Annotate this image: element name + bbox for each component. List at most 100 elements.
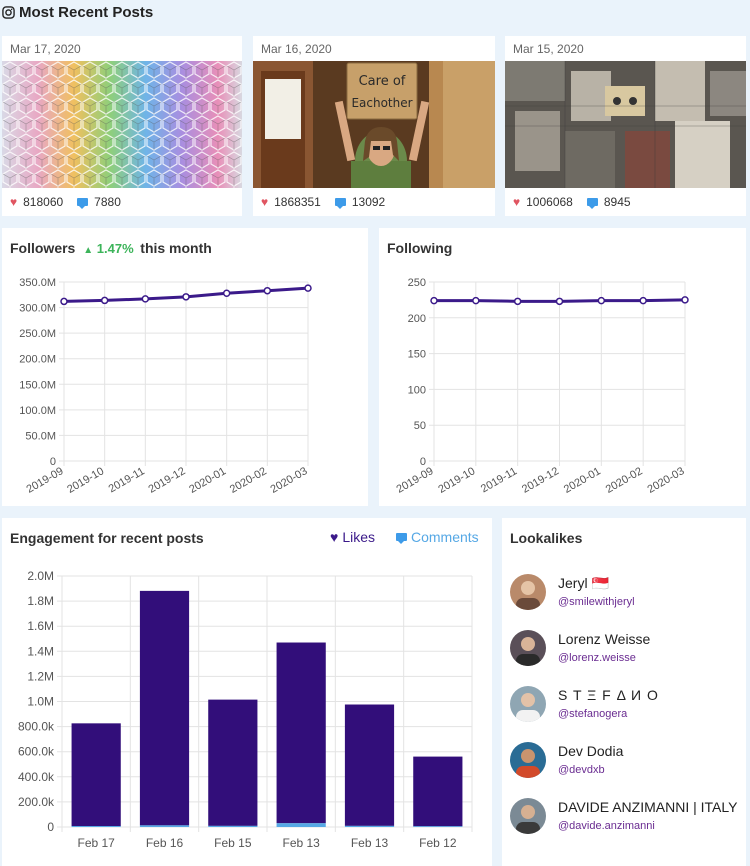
likes-stat: ♥ 1006068 [513,195,573,209]
followers-card: Followers ▲ 1.47% this month 350.0M 300.0… [2,228,368,506]
legend-comments[interactable]: Comments [396,529,479,545]
post-image-rooftops[interactable] [505,61,746,188]
y-tick-label: 0 [50,456,56,468]
data-point [513,297,522,306]
data-point [639,296,647,305]
avatar[interactable] [510,574,546,610]
heart-icon: ♥ [513,195,521,209]
x-tick-label: Feb 13 [282,836,320,850]
lookalike-name[interactable]: Jeryl 🇸🇬 [558,574,635,592]
lookalike-name[interactable]: DAVIDE ANZIMANNI | ITALY [558,798,737,816]
legend-likes[interactable]: ♥ Likes [330,529,375,545]
followers-title: Followers [10,240,76,256]
lookalike-handle[interactable]: @davide.anzimanni [558,818,737,834]
following-title: Following [387,240,453,256]
comments-stat: 8945 [586,195,631,209]
avatar[interactable] [510,686,546,722]
data-point [597,296,606,305]
lookalikes-title: Lookalikes [510,530,583,546]
avatar[interactable] [510,630,546,666]
x-tick-label: 2020-01 [562,465,603,496]
legend-likes-label: Likes [342,529,375,545]
lookalike-name[interactable]: Dev Dodia [558,742,623,760]
post-card[interactable]: Mar 17, 2020 ♥ 818060 7880 [2,36,242,216]
lookalike-handle[interactable]: @devdxb [558,762,623,778]
heart-icon: ♥ [261,195,269,209]
x-tick-label: 2020-03 [646,465,687,496]
post-date: Mar 17, 2020 [10,42,81,56]
lookalike-handle[interactable]: @stefanogera [558,706,659,722]
likes-bar [208,699,258,826]
data-point [430,296,438,305]
y-tick-label: 250 [408,277,426,289]
comments-count: 8945 [603,195,631,209]
following-chart: 250 200 150 100 50 02019-09 2019-10 2019-11 2019… [395,277,689,496]
comments-bar [276,823,326,827]
lookalike-name[interactable]: S T Ξ F Δ И O [558,686,659,704]
engagement-card: Engagement for recent posts ♥ Likes Comm… [2,518,492,866]
likes-bar [344,704,395,826]
y-tick-label: 1.8M [27,594,54,608]
y-tick-label: 300.0M [19,303,56,315]
data-point [182,293,190,301]
comments-bar [71,826,121,827]
followers-chart: 350.0M 300.0M 250.0M 200.0M 150.0M 100.0M 50.0… [19,277,312,496]
section-title: Most Recent Posts [19,3,154,21]
x-tick-label: Feb 17 [77,836,115,850]
comments-stat: 13092 [334,195,386,209]
lookalike-name[interactable]: Lorenz Weisse [558,630,650,648]
x-tick-label: 2019-11 [107,465,147,495]
growth-value: 1.47% [96,241,134,256]
likes-count: 1868351 [274,195,321,209]
x-tick-label: 2019-09 [25,465,66,496]
likes-stat: ♥ 1868351 [261,195,321,209]
heart-icon: ♥ [330,529,339,545]
post-date: Mar 15, 2020 [513,42,584,56]
data-point [681,296,689,304]
data-point [263,286,272,295]
y-tick-label: 1.2M [27,669,54,683]
avatar[interactable] [510,742,546,778]
lookalike-item[interactable]: Dev Dodia @devdxb [510,742,623,778]
likes-count: 1006068 [526,195,573,209]
y-tick-label: 250.0M [19,328,56,340]
x-tick-label: 2020-02 [604,465,645,496]
lookalike-handle[interactable]: @smilewithjeryl [558,594,635,610]
lookalike-handle[interactable]: @lorenz.weisse [558,650,650,666]
y-tick-label: 1.0M [27,695,54,709]
y-tick-label: 200.0k [18,795,55,809]
x-tick-label: 2019-12 [147,465,188,496]
comments-count: 13092 [351,195,386,209]
up-arrow-icon: ▲ [83,245,94,256]
x-tick-label: 2019-09 [395,465,436,496]
growth-suffix: this month [140,240,212,256]
y-tick-label: 1.6M [27,619,54,633]
comments-bar [208,825,258,827]
lookalike-item[interactable]: DAVIDE ANZIMANNI | ITALY @davide.anziman… [510,798,737,834]
likes-bar [276,642,326,824]
svg-text:Care of: Care of [359,74,406,89]
post-image-man-with-sign[interactable]: Care of Eachother [253,61,495,188]
lookalike-item[interactable]: S T Ξ F Δ И O @stefanogera [510,686,659,722]
y-tick-label: 0 [47,820,54,834]
post-date: Mar 16, 2020 [261,42,332,56]
data-point [555,297,564,306]
y-tick-label: 1.4M [27,644,54,658]
lookalike-item[interactable]: Jeryl 🇸🇬 @smilewithjeryl [510,574,635,610]
likes-bar [413,756,463,827]
comments-bar [344,825,395,827]
post-card[interactable]: Mar 16, 2020 Care of Eachother ♥ 1868351 [253,36,495,216]
avatar[interactable] [510,798,546,834]
comment-icon [586,198,598,209]
lookalike-item[interactable]: Lorenz Weisse @lorenz.weisse [510,630,650,666]
post-image-colorful-cubes[interactable] [2,61,242,188]
heart-icon: ♥ [10,195,18,209]
x-tick-label: 2019-11 [479,465,519,495]
y-tick-label: 0 [420,456,426,468]
likes-stat: ♥ 818060 [10,195,63,209]
likes-bar [139,590,190,826]
lookalikes-card: Lookalikes Jeryl 🇸🇬 @smilewithjeryl Lore… [502,518,746,866]
comment-icon [334,198,346,209]
post-card[interactable]: Mar 15, 2020 ♥ 1006068 8945 [505,36,746,216]
post-stats: ♥ 1006068 8945 [513,195,631,209]
